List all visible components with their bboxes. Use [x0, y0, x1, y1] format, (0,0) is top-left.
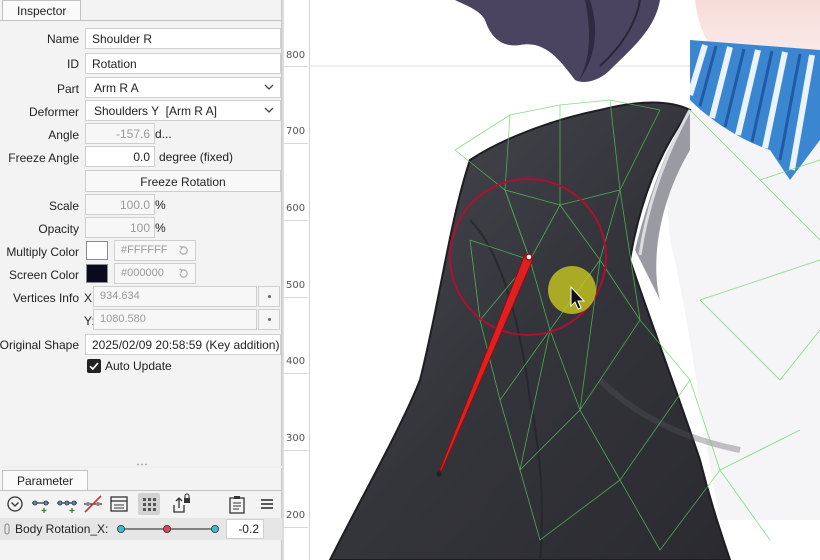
add-three-keys-icon[interactable] [56, 493, 78, 515]
angle-field[interactable]: -157.6 [85, 123, 155, 144]
reset-icon[interactable] [177, 267, 190, 280]
id-label: ID [67, 57, 79, 71]
chevron-down-icon [264, 84, 274, 90]
tab-inspector[interactable]: Inspector [2, 0, 82, 20]
opacity-unit: % [155, 221, 166, 235]
slider-thumb[interactable] [163, 525, 172, 533]
link-icon [4, 523, 10, 535]
grid-view-icon[interactable] [138, 493, 160, 515]
character-artwork [284, 0, 820, 560]
export-lock-icon[interactable] [170, 493, 192, 515]
multiply-color-swatch[interactable] [86, 241, 108, 260]
inspector-panel: Inspector Name Shoulder R ID Rotation Pa… [0, 0, 282, 466]
clipboard-icon[interactable] [226, 493, 248, 515]
rotation-end-point [436, 471, 442, 477]
ruler-tick [284, 220, 308, 221]
freeze-angle-label: Freeze Angle [8, 151, 79, 165]
slider-min-key[interactable] [117, 525, 125, 533]
freeze-angle-field[interactable]: 0.0 [85, 146, 155, 167]
ruler-tick [284, 297, 308, 298]
auto-update-checkbox[interactable] [87, 359, 101, 373]
original-shape-label: Original Shape [0, 338, 79, 352]
reset-icon[interactable] [177, 244, 190, 257]
rotation-pivot[interactable] [525, 253, 533, 261]
vertex-x-field[interactable]: 934.634 [93, 286, 257, 307]
deformer-label: Deformer [28, 105, 79, 119]
chevron-down-icon [264, 107, 274, 113]
deformer-dropdown[interactable]: Shoulders Y [Arm R A] [85, 100, 281, 121]
id-field[interactable]: Rotation [85, 53, 281, 74]
parameter-name: Body Rotation_X: [15, 522, 109, 536]
freeze-angle-unit: degree (fixed) [159, 150, 234, 164]
ruler-label: 300 [286, 433, 306, 444]
part-label: Part [56, 82, 79, 96]
part-dropdown[interactable]: Arm R A [85, 77, 281, 98]
deformer-value: Shoulders Y [Arm R A] [94, 104, 217, 118]
slider-max-key[interactable] [211, 525, 220, 533]
collapse-icon[interactable] [4, 493, 26, 515]
multiply-color-field[interactable]: #FFFFFF [114, 240, 196, 261]
original-shape-field[interactable]: 2025/02/09 20:58:59 (Key addition) [85, 334, 281, 355]
scale-field[interactable]: 100.0 [85, 194, 155, 215]
parameter-slider[interactable] [114, 521, 222, 537]
ruler-label: 800 [286, 50, 306, 61]
auto-update-label: Auto Update [105, 359, 172, 373]
tab-parameter[interactable]: Parameter [2, 470, 89, 490]
parameter-row[interactable]: Body Rotation_X: -0.2 [0, 518, 282, 540]
model-canvas[interactable] [284, 0, 820, 560]
opacity-field[interactable]: 100 [85, 217, 155, 238]
vertex-y-more-button[interactable] [258, 309, 280, 330]
keyform-panel-icon[interactable] [108, 493, 130, 515]
delete-key-icon[interactable] [82, 493, 104, 515]
check-icon [89, 362, 99, 371]
vertices-info-label: Vertices Info [12, 291, 79, 305]
screen-color-value: #000000 [121, 267, 164, 279]
screen-color-label: Screen Color [8, 268, 79, 282]
ruler-label: 700 [286, 126, 306, 137]
menu-icon[interactable] [256, 493, 278, 515]
ruler-label: 200 [286, 510, 306, 521]
opacity-label: Opacity [38, 222, 79, 236]
ruler-tick [284, 143, 308, 144]
ruler-tick [284, 450, 308, 451]
vertex-x-more-button[interactable] [258, 286, 280, 307]
name-field[interactable]: Shoulder R [85, 28, 281, 49]
screen-color-swatch[interactable] [86, 264, 108, 283]
name-label: Name [46, 32, 79, 46]
freeze-rotation-button[interactable]: Freeze Rotation [85, 170, 281, 192]
ruler-label: 400 [286, 356, 306, 367]
parameter-toolbar [0, 490, 282, 518]
part-value: Arm R A [94, 81, 139, 95]
ruler-label: 600 [286, 203, 306, 214]
vertex-y-field[interactable]: 1080.580 [93, 309, 257, 330]
multiply-color-value: #FFFFFF [121, 244, 168, 256]
parameter-value-field[interactable]: -0.2 [226, 519, 264, 539]
angle-label: Angle [48, 128, 79, 142]
panel-resize-grip[interactable] [136, 463, 148, 466]
add-key-icon[interactable] [30, 493, 52, 515]
vertical-ruler: 800 700 600 500 400 300 200 [284, 0, 310, 560]
ruler-tick [284, 66, 308, 67]
scale-label: Scale [48, 199, 79, 213]
angle-unit: d... [155, 127, 172, 141]
multiply-color-label: Multiply Color [6, 245, 79, 259]
scale-unit: % [155, 198, 166, 212]
ruler-tick [284, 527, 308, 528]
ruler-tick [284, 373, 308, 374]
ruler-label: 500 [286, 280, 306, 291]
tab-divider [0, 20, 282, 21]
parameter-panel: Parameter Body Rotation_X: -0.2 [0, 468, 282, 560]
screen-color-field[interactable]: #000000 [114, 263, 196, 284]
